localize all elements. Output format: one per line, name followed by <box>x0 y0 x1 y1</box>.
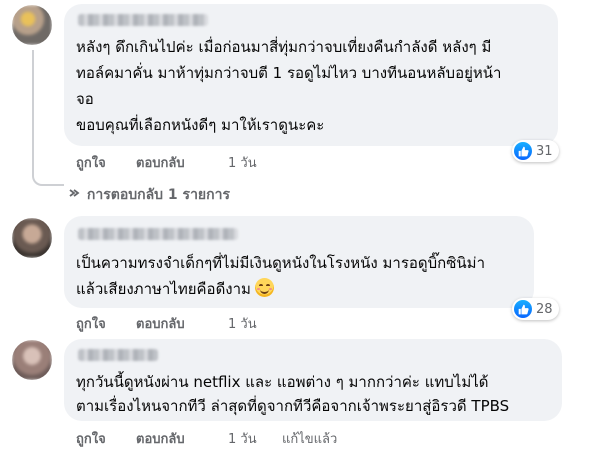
comment-actions: ถูกใจ ตอบกลับ 1 วัน <box>76 313 276 334</box>
comment-time[interactable]: 1 วัน <box>228 313 257 334</box>
like-button[interactable]: ถูกใจ <box>76 313 106 334</box>
commenter-name[interactable] <box>78 349 158 361</box>
commenter-name[interactable] <box>78 228 238 240</box>
like-thumb-icon <box>514 142 532 160</box>
thread-line <box>32 50 64 186</box>
comment-time[interactable]: 1 วัน <box>228 428 257 449</box>
comment-text-line: ขอบคุณที่เลือกหนังดีๆ มาให้เราดูนะคะ <box>76 116 325 134</box>
reaction-count-value: 31 <box>536 143 553 159</box>
comment-text: แล้วเสียงภาษาไทยคือดีงาม <box>76 280 251 298</box>
comment-text-line: ทุกวันนี้ดูหนังผ่าน netflix และ แอพต่าง … <box>76 373 489 391</box>
view-replies-link[interactable]: การตอบกลับ 1 รายการ <box>68 184 230 206</box>
reply-arrow-icon <box>68 187 82 203</box>
like-button[interactable]: ถูกใจ <box>76 428 106 449</box>
comment-text-line: จอ <box>76 90 94 108</box>
avatar[interactable] <box>12 5 52 45</box>
avatar[interactable] <box>12 340 52 380</box>
comment-bubble: เป็นความทรงจำเด็กๆที่ไม่มีเงินดูหนังในโร… <box>64 216 534 308</box>
reply-button[interactable]: ตอบกลับ <box>136 313 185 334</box>
comment-bubble: ทุกวันนี้ดูหนังผ่าน netflix และ แอพต่าง … <box>64 339 562 421</box>
commenter-name[interactable] <box>78 14 208 26</box>
reply-button[interactable]: ตอบกลับ <box>136 152 185 173</box>
comment-bubble: หลังๆ ดึกเกินไปค่ะ เมื่อก่อนมาสี่ทุ่มกว่… <box>64 4 558 146</box>
like-button[interactable]: ถูกใจ <box>76 152 106 173</box>
edited-label[interactable]: แก้ไขแล้ว <box>282 428 337 449</box>
comment-text-line: ตามเรื่องไหนจากทีวี ล่าสุดที่ดูจากทีวีคื… <box>76 397 510 415</box>
reaction-count[interactable]: 31 <box>512 140 559 162</box>
view-replies-label: การตอบกลับ 1 รายการ <box>86 187 230 203</box>
comment-text-line: ทอล์คมาคั่น มาห้าทุ่มกว่าจบตี 1 รอดูไม่ไ… <box>76 64 502 82</box>
comment-text-line: แล้วเสียงภาษาไทยคือดีงาม <box>76 278 274 300</box>
comment-text-line: หลังๆ ดึกเกินไปค่ะ เมื่อก่อนมาสี่ทุ่มกว่… <box>76 38 492 56</box>
like-thumb-icon <box>514 300 532 318</box>
comment-actions: ถูกใจ ตอบกลับ 1 วัน แก้ไขแล้ว <box>76 428 376 449</box>
comment-text-line: เป็นความทรงจำเด็กๆที่ไม่มีเงินดูหนังในโร… <box>76 254 485 272</box>
reaction-count-value: 28 <box>536 301 553 317</box>
smiling-face-emoji <box>254 278 274 297</box>
reaction-count[interactable]: 28 <box>512 298 559 320</box>
comment-time[interactable]: 1 วัน <box>228 152 257 173</box>
avatar[interactable] <box>12 218 52 258</box>
comment-actions: ถูกใจ ตอบกลับ 1 วัน <box>76 152 276 173</box>
reply-button[interactable]: ตอบกลับ <box>136 428 185 449</box>
